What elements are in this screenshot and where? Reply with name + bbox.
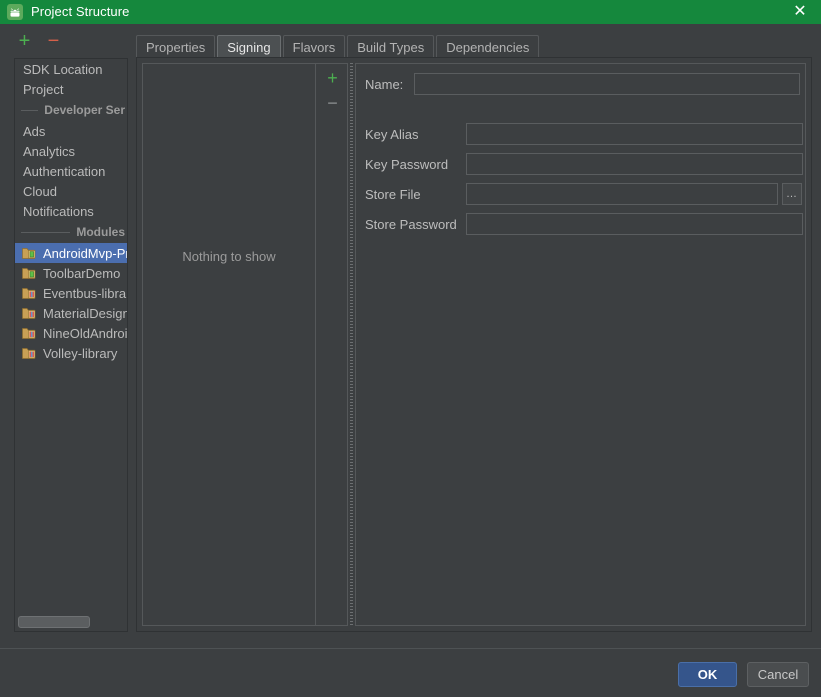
sidebar-item-project[interactable]: Project xyxy=(15,79,127,99)
splitter-grip-icon xyxy=(350,63,353,626)
tab-properties[interactable]: Properties xyxy=(136,35,216,58)
signing-list-toolbar: + − xyxy=(316,63,348,626)
tab-label: Build Types xyxy=(357,39,425,55)
store-file-label: Store File xyxy=(365,187,421,202)
signing-config-form: Name: Key Alias Key Password Store File … xyxy=(355,63,806,626)
key-alias-input[interactable] xyxy=(466,123,803,145)
panel-splitter[interactable] xyxy=(348,63,355,626)
sidebar-item-nineoldandroids[interactable]: NineOldAndroi xyxy=(15,323,127,343)
tab-bar: Properties Signing Flavors Build Types D… xyxy=(136,34,808,58)
sidebar-section-modules: Modules xyxy=(15,221,127,243)
sidebar-toolbar: + − xyxy=(0,24,128,58)
module-library-icon xyxy=(22,286,38,300)
sidebar-item-toolbardemo[interactable]: ToolbarDemo xyxy=(15,263,127,283)
sidebar-item-eventbus-library[interactable]: Eventbus-librar xyxy=(15,283,127,303)
module-app-icon xyxy=(22,246,38,260)
tab-label: Flavors xyxy=(292,39,336,55)
remove-signing-config-button: − xyxy=(327,92,338,113)
sidebar-section-developer-services: Developer Ser xyxy=(15,99,127,121)
sidebar-item-label: Project xyxy=(23,81,64,97)
store-file-browse-button[interactable]: … xyxy=(782,183,802,205)
module-app-icon xyxy=(22,266,38,280)
signing-panel: Nothing to show + − Name: Key Alias Key … xyxy=(136,57,812,632)
tab-dependencies[interactable]: Dependencies xyxy=(436,35,540,58)
android-studio-icon xyxy=(7,4,23,20)
scrollbar-thumb[interactable] xyxy=(18,616,90,628)
tab-label: Signing xyxy=(227,39,271,55)
sidebar-item-label: Eventbus-librar xyxy=(43,285,127,301)
section-divider-line xyxy=(21,231,71,233)
name-input[interactable] xyxy=(414,73,800,95)
tab-build-types[interactable]: Build Types xyxy=(347,35,435,58)
window-titlebar: Project Structure ✕ xyxy=(0,0,821,24)
section-header-label: Modules xyxy=(76,225,125,239)
sidebar-item-label: Notifications xyxy=(23,203,94,219)
key-alias-label: Key Alias xyxy=(365,127,419,142)
ok-button[interactable]: OK xyxy=(678,662,737,687)
sidebar-item-notifications[interactable]: Notifications xyxy=(15,201,127,221)
store-file-input[interactable] xyxy=(466,183,778,205)
close-icon[interactable]: ✕ xyxy=(779,0,821,24)
add-module-button[interactable]: + xyxy=(15,31,34,51)
remove-module-button[interactable]: − xyxy=(44,31,63,51)
store-password-input[interactable] xyxy=(466,213,803,235)
tab-label: Dependencies xyxy=(446,39,530,55)
sidebar-item-materialdesign[interactable]: MaterialDesign xyxy=(15,303,127,323)
sidebar-item-label: Cloud xyxy=(23,183,57,199)
sidebar-item-label: Volley-library xyxy=(43,345,118,361)
sidebar-item-label: MaterialDesign xyxy=(43,305,127,321)
module-library-icon xyxy=(22,346,38,360)
cancel-button[interactable]: Cancel xyxy=(747,662,809,687)
sidebar-item-label: ToolbarDemo xyxy=(43,265,121,281)
sidebar-item-label: NineOldAndroi xyxy=(43,325,127,341)
section-divider-line xyxy=(21,109,39,111)
key-password-label: Key Password xyxy=(365,157,449,172)
dialog-button-bar: OK Cancel xyxy=(0,649,821,697)
sidebar-item-sdk-location[interactable]: SDK Location xyxy=(15,59,127,79)
name-label: Name: xyxy=(365,77,404,92)
sidebar-item-analytics[interactable]: Analytics xyxy=(15,141,127,161)
sidebar-item-label: Analytics xyxy=(23,143,76,159)
window-title: Project Structure xyxy=(31,4,130,19)
tab-label: Properties xyxy=(146,39,206,55)
module-library-icon xyxy=(22,326,38,340)
key-password-input[interactable] xyxy=(466,153,803,175)
sidebar-item-label: Ads xyxy=(23,123,46,139)
module-library-icon xyxy=(22,306,38,320)
section-header-label: Developer Ser xyxy=(44,103,125,117)
tab-flavors[interactable]: Flavors xyxy=(282,35,346,58)
sidebar-item-volley-library[interactable]: Volley-library xyxy=(15,343,127,363)
tab-signing[interactable]: Signing xyxy=(217,35,281,58)
sidebar-item-label: Authentication xyxy=(23,163,106,179)
empty-list-message: Nothing to show xyxy=(182,249,276,264)
add-signing-config-button[interactable]: + xyxy=(324,69,341,87)
signing-configs-list[interactable]: Nothing to show xyxy=(142,63,316,626)
sidebar-item-label: AndroidMvp-Pr xyxy=(43,245,127,261)
sidebar[interactable]: SDK Location Project Developer Ser Ads A… xyxy=(14,58,128,632)
store-password-label: Store Password xyxy=(365,217,457,232)
sidebar-item-label: SDK Location xyxy=(23,61,103,77)
sidebar-item-cloud[interactable]: Cloud xyxy=(15,181,127,201)
sidebar-item-ads[interactable]: Ads xyxy=(15,121,127,141)
sidebar-item-androidmvp[interactable]: AndroidMvp-Pr xyxy=(15,243,127,263)
sidebar-item-authentication[interactable]: Authentication xyxy=(15,161,127,181)
sidebar-horizontal-scrollbar[interactable] xyxy=(18,616,123,628)
